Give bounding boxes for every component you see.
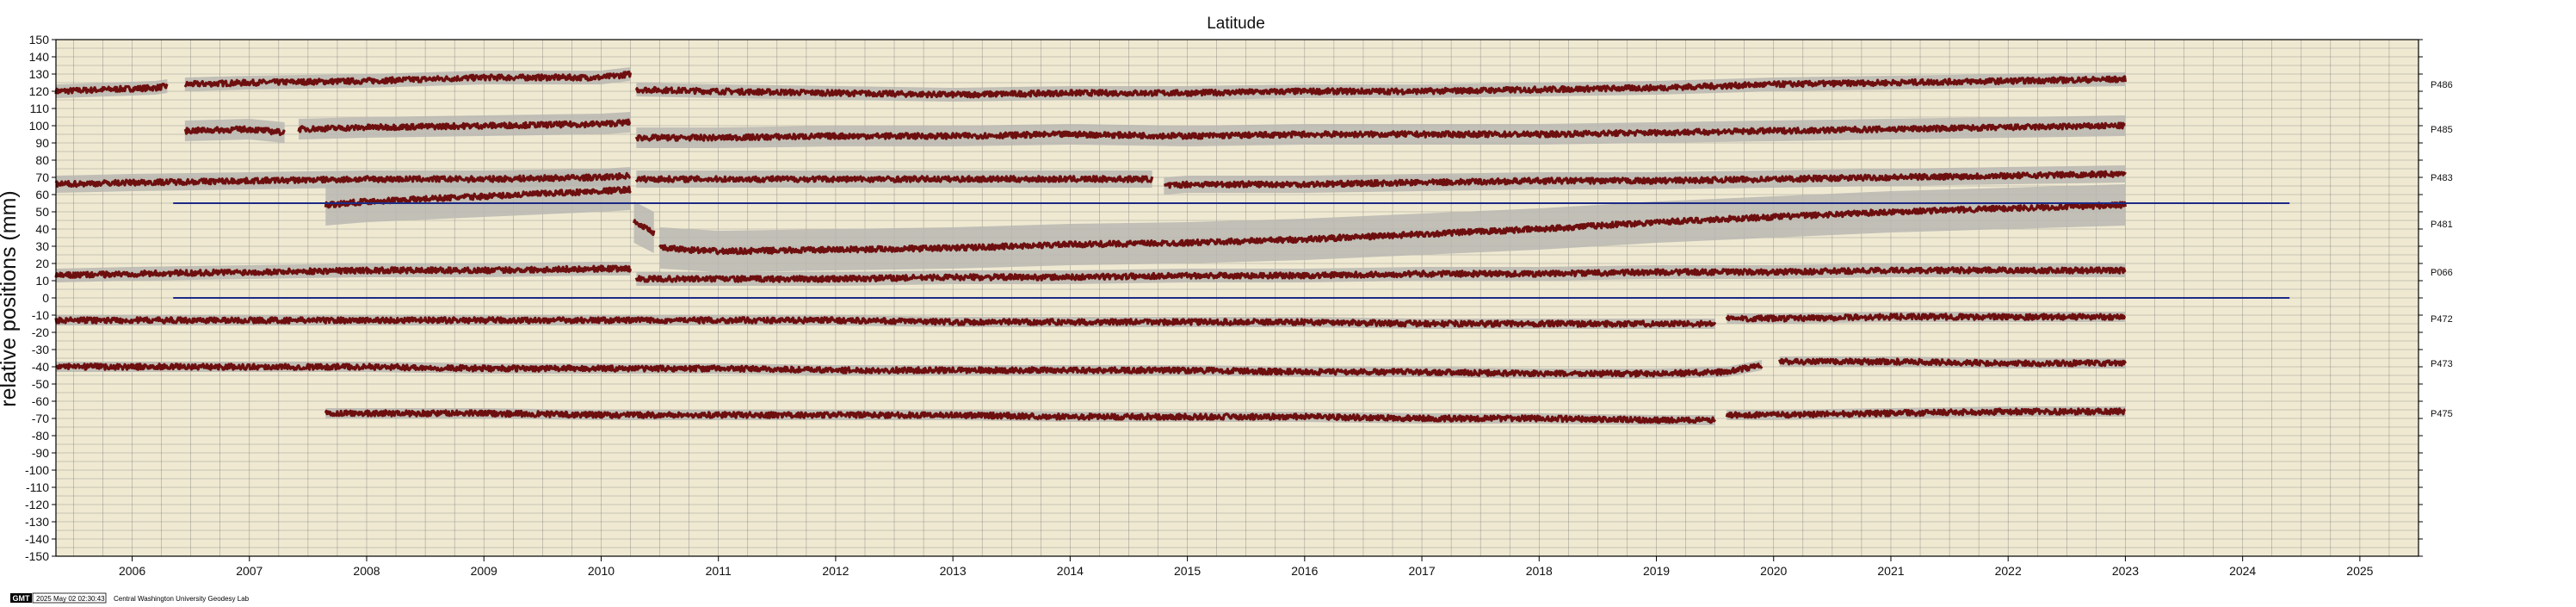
site-label: P066 [2431,268,2453,278]
y-tick-label: -110 [26,480,49,494]
x-tick-label: 2015 [1174,564,1201,578]
y-tick-label: -120 [25,498,49,511]
latitude-chart: Latitude relative positions (mm) 150 140 1… [0,15,2453,604]
site-label: P481 [2431,220,2453,230]
x-tick-label: 2024 [2229,564,2256,578]
y-axis-label: relative positions (mm) [0,190,21,406]
y-tick-label: -30 [32,343,49,356]
y-tick-label: 70 [35,170,49,184]
y-tick-label: 90 [35,136,49,150]
x-tick-label: 2016 [1291,564,1318,578]
y-tick-label: 140 [29,50,50,64]
site-labels: P486 P485 P483 P481 P066 P472 P473 P475 [2431,80,2453,419]
y-tick-label: -40 [32,360,49,374]
x-tick-label: 2018 [1526,564,1553,578]
site-label: P485 [2431,125,2453,135]
y-tick-label: 20 [35,257,49,270]
y-tick-label: -50 [32,377,49,391]
y-tick-label: -60 [32,394,49,408]
y-tick-label: 10 [35,274,49,288]
x-tick-label: 2008 [353,564,380,578]
site-label: P486 [2431,80,2453,90]
y-tick-label: -140 [25,532,49,546]
y-tick-label: 50 [35,205,49,219]
x-tick-label: 2014 [1057,564,1084,578]
x-tick-label: 2013 [940,564,967,578]
y-tick-label: -90 [32,446,49,460]
y-tick-label: 80 [35,153,49,167]
site-label: P473 [2431,359,2453,369]
y-tick-label: 150 [29,33,50,46]
y-tick-label: 120 [29,84,50,98]
x-tick-label: 2009 [471,564,497,578]
footer: GMT 2025 May 02 02:30:43 Central Washing… [10,592,250,604]
x-tick-label: 2023 [2112,564,2139,578]
x-axis-ticks: 2006 2007 2008 2009 2010 2011 2012 2013 2014 2015… [119,556,2374,578]
y-tick-label: 100 [29,119,50,133]
x-tick-label: 2020 [1760,564,1787,578]
lab-name: Central Washington University Geodesy La… [114,595,250,603]
y-tick-label: 60 [35,188,49,201]
y-tick-label: 130 [29,67,50,81]
x-tick-label: 2019 [1643,564,1670,578]
y-tick-label: 40 [35,222,49,236]
x-tick-label: 2011 [706,564,732,578]
x-tick-label: 2012 [822,564,849,578]
x-tick-label: 2010 [588,564,615,578]
x-tick-label: 2025 [2346,564,2373,578]
chart-title: Latitude [1207,15,1265,33]
x-tick-label: 2022 [1995,564,2022,578]
timestamp: 2025 May 02 02:30:43 [36,595,105,603]
y-tick-label: -20 [32,325,49,339]
y-tick-label: 0 [42,291,49,305]
site-label: P475 [2431,409,2453,419]
y-tick-label: -10 [32,308,49,322]
y-tick-label: -130 [25,515,49,529]
site-label: P472 [2431,314,2453,325]
y-tick-label: 30 [35,239,49,253]
y-tick-label: -150 [25,549,49,563]
x-tick-label: 2017 [1408,564,1435,578]
x-tick-label: 2021 [1877,564,1904,578]
x-tick-label: 2007 [236,564,263,578]
y-tick-label: 110 [30,102,50,115]
gmt-logo-text: GMT [13,594,30,603]
y-tick-label: -100 [25,463,49,477]
y-tick-label: -80 [32,429,49,443]
site-label: P483 [2431,173,2453,183]
y-tick-label: -70 [32,412,49,425]
x-tick-label: 2006 [119,564,145,578]
